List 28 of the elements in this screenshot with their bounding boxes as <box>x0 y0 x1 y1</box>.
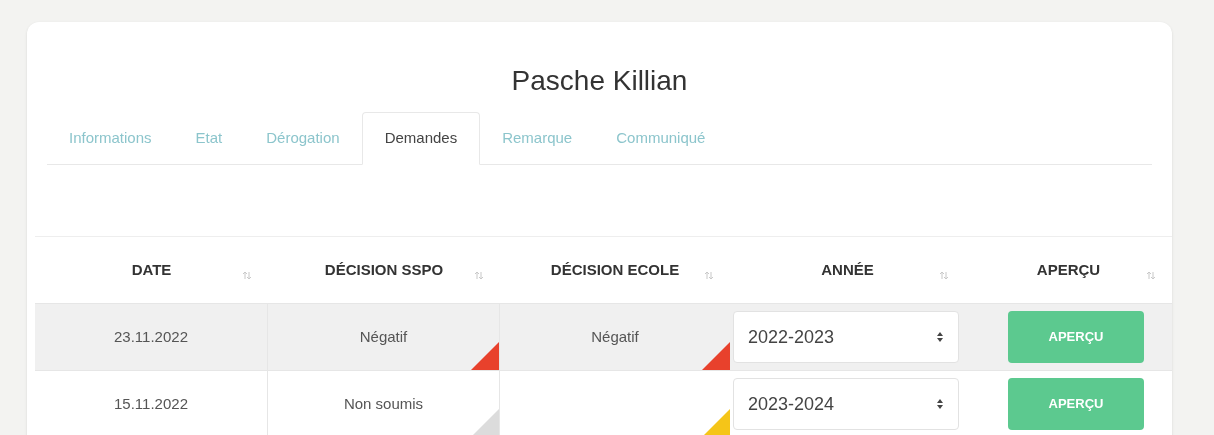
tab[interactable]: Informations <box>47 112 174 164</box>
tab[interactable]: Communiqué <box>594 112 728 164</box>
column-header: DÉCISION ECOLE <box>550 259 680 280</box>
table-cell-text: Négatif <box>591 326 639 347</box>
sort-icon[interactable] <box>939 271 949 280</box>
tab[interactable]: Remarque <box>480 112 595 164</box>
preview-button[interactable]: APERÇU <box>1008 311 1144 363</box>
column-header: DÉCISION SSPO <box>324 259 444 280</box>
student-name: Pasche Killian <box>510 64 689 98</box>
select-arrows-icon <box>936 331 944 343</box>
column-header: DATE <box>131 259 172 280</box>
table-cell-text: Non soumis <box>343 393 424 414</box>
table-cell-text: 15.11.2022 <box>114 393 188 414</box>
sort-icon[interactable] <box>704 271 714 280</box>
year-select[interactable]: 2022-2023 <box>733 311 959 363</box>
column-header: ANNÉE <box>821 259 874 280</box>
table-cell-text: Négatif <box>359 326 408 347</box>
table-cell-text: 23.11.2022 <box>114 326 188 347</box>
column-header: APERÇU <box>1036 259 1101 280</box>
sort-icon[interactable] <box>242 271 252 280</box>
tab[interactable]: Demandes <box>361 112 481 165</box>
tab[interactable]: Etat <box>173 112 245 164</box>
select-arrows-icon <box>936 398 944 410</box>
sort-icon[interactable] <box>1146 271 1156 280</box>
year-select[interactable]: 2023-2024 <box>733 378 959 430</box>
tab[interactable]: Dérogation <box>244 112 362 164</box>
preview-button[interactable]: APERÇU <box>1008 378 1144 430</box>
sort-icon[interactable] <box>474 271 484 280</box>
